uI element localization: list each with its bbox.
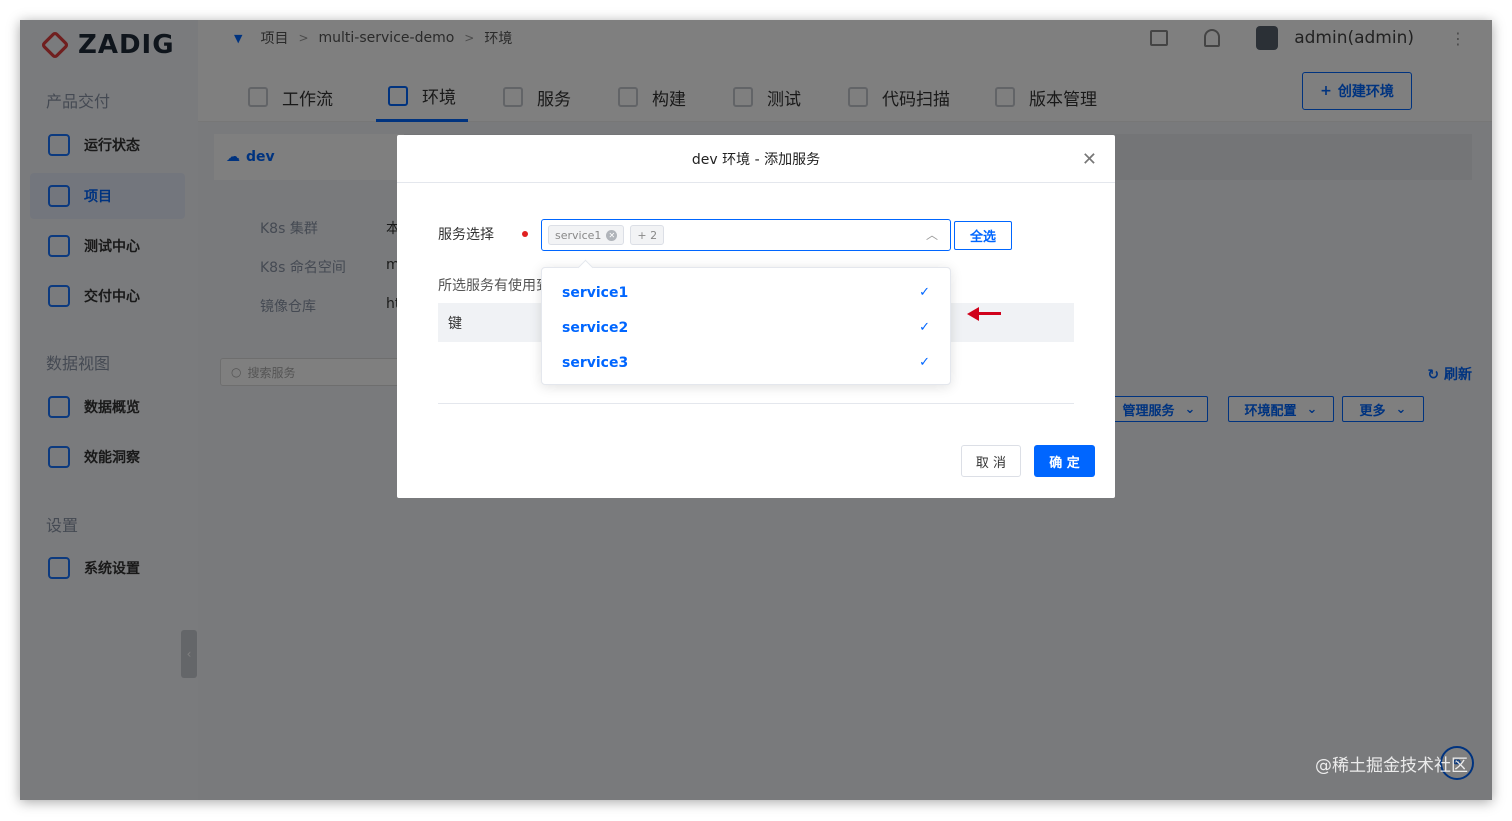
used-variables-label: 所选服务有使用到 — [438, 278, 548, 294]
dialog-header: dev 环境 - 添加服务 ✕ — [397, 135, 1115, 183]
option-label: service1 — [562, 284, 629, 301]
dropdown-option-service1[interactable]: service1 ✓ — [542, 275, 950, 310]
app-window: ZADIG 产品交付 运行状态 项目 测试中心 交付中心 数据视图 数据概览 效… — [20, 20, 1492, 800]
dropdown-option-service2[interactable]: service2 ✓ — [542, 310, 950, 345]
chevron-up-icon: ︿ — [925, 228, 938, 242]
annotation-arrow-icon — [967, 307, 1003, 321]
cancel-button[interactable]: 取 消 — [961, 445, 1021, 477]
close-icon[interactable]: ✕ — [1082, 151, 1097, 169]
tag-label: service1 — [555, 228, 602, 242]
option-label: service3 — [562, 354, 629, 371]
service-select-label: 服务选择 — [438, 227, 494, 243]
service-dropdown: service1 ✓ service2 ✓ service3 ✓ — [541, 267, 951, 385]
tag-remove-icon[interactable]: ✕ — [606, 229, 618, 241]
service-multiselect[interactable]: service1 ✕ + 2 ︿ — [541, 219, 951, 251]
watermark: @稀土掘金技术社区 — [1315, 756, 1468, 776]
check-icon: ✓ — [919, 355, 930, 370]
dialog-title: dev 环境 - 添加服务 — [691, 151, 821, 168]
add-service-dialog: dev 环境 - 添加服务 ✕ 服务选择 service1 ✕ + 2 ︿ 全选… — [397, 135, 1115, 498]
confirm-button[interactable]: 确 定 — [1034, 445, 1095, 477]
option-label: service2 — [562, 319, 629, 336]
selected-service-tag: service1 ✕ — [548, 225, 625, 245]
select-all-button[interactable]: 全选 — [954, 221, 1012, 250]
divider — [438, 403, 1074, 404]
more-selected-count: + 2 — [630, 225, 665, 245]
check-icon: ✓ — [919, 285, 930, 300]
check-icon: ✓ — [919, 320, 930, 335]
required-indicator — [522, 231, 528, 237]
dropdown-option-service3[interactable]: service3 ✓ — [542, 345, 950, 380]
